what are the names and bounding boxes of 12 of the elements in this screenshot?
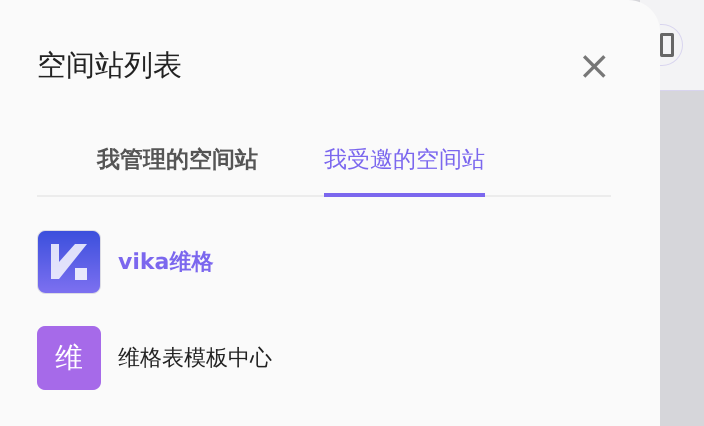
- space-item[interactable]: vika维格: [37, 230, 611, 294]
- space-name: vika维格: [118, 249, 214, 277]
- space-item[interactable]: 维 维格表模板中心: [37, 326, 611, 390]
- tab[interactable]: 我受邀的空间站: [324, 134, 485, 197]
- avatar: 维: [37, 326, 101, 390]
- panel-icon: [660, 33, 674, 57]
- close-button[interactable]: ×: [573, 46, 615, 86]
- logo-icon: [37, 230, 101, 294]
- space-name: 维格表模板中心: [118, 345, 272, 373]
- panel-title: 空间站列表: [37, 47, 182, 84]
- tab[interactable]: 我管理的空间站: [97, 134, 258, 197]
- toolbar-button[interactable]: [660, 24, 683, 66]
